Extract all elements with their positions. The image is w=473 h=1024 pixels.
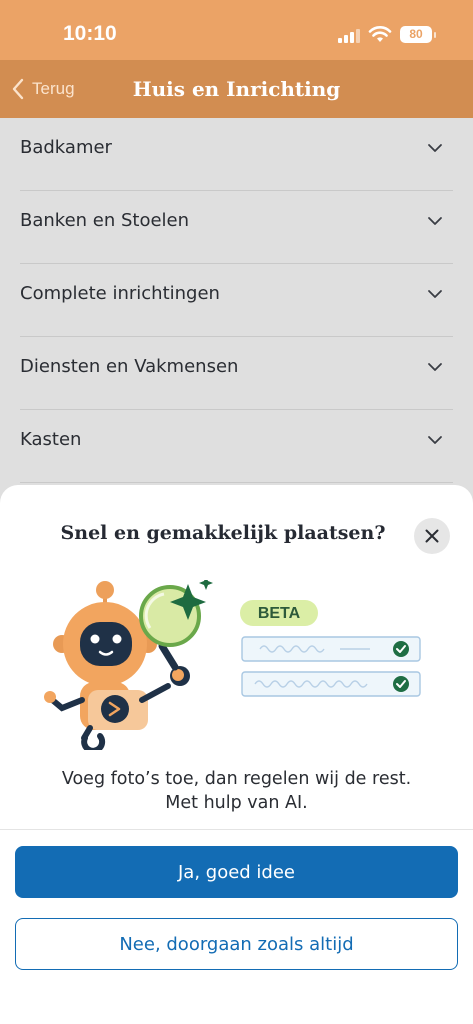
- category-row-badkamer[interactable]: Badkamer: [20, 118, 453, 191]
- category-label: Kasten: [20, 429, 82, 450]
- category-row-diensten-en-vakmensen[interactable]: Diensten en Vakmensen: [20, 337, 453, 410]
- ai-listing-bottom-sheet: Snel en gemakkelijk plaatsen? BETA Voeg …: [0, 485, 473, 1024]
- status-bar: 10:10 80: [0, 0, 473, 60]
- accept-ai-button[interactable]: Ja, goed idee: [15, 846, 458, 898]
- sheet-title: Snel en gemakkelijk plaatsen?: [60, 522, 386, 544]
- description-line: Voeg foto’s toe, dan regelen wij de rest…: [61, 769, 412, 789]
- description-line: Met hulp van AI.: [165, 793, 308, 813]
- chevron-down-icon: [428, 144, 442, 152]
- chevron-down-icon: [428, 290, 442, 298]
- category-label: Complete inrichtingen: [20, 283, 220, 304]
- category-label: Banken en Stoelen: [20, 210, 190, 231]
- close-icon: [425, 529, 439, 543]
- check-icon: [393, 676, 409, 692]
- wifi-icon: [368, 26, 392, 42]
- category-row-complete-inrichtingen[interactable]: Complete inrichtingen: [20, 264, 453, 337]
- category-row-banken-en-stoelen[interactable]: Banken en Stoelen: [20, 191, 453, 264]
- decline-ai-button[interactable]: Nee, doorgaan zoals altijd: [15, 918, 458, 970]
- category-row-kasten[interactable]: Kasten: [20, 410, 453, 483]
- beta-badge-label: BETA: [258, 605, 301, 622]
- sheet-description: Voeg foto’s toe, dan regelen wij de rest…: [0, 767, 473, 815]
- page-title: Huis en Inrichting: [132, 77, 341, 101]
- cellular-signal-icon: [338, 28, 360, 43]
- magnifier-icon: [139, 580, 213, 671]
- category-label: Diensten en Vakmensen: [20, 356, 239, 377]
- chevron-down-icon: [428, 217, 442, 225]
- chevron-down-icon: [428, 436, 442, 444]
- close-button[interactable]: [414, 518, 450, 554]
- status-time: 10:10: [63, 22, 117, 45]
- divider: [0, 829, 473, 830]
- nav-bar: Terug Huis en Inrichting: [0, 60, 473, 118]
- battery-icon: 80: [400, 26, 436, 43]
- robot-illustration: BETA: [44, 580, 421, 750]
- category-label: Badkamer: [20, 137, 112, 158]
- chevron-down-icon: [428, 363, 442, 371]
- check-icon: [393, 641, 409, 657]
